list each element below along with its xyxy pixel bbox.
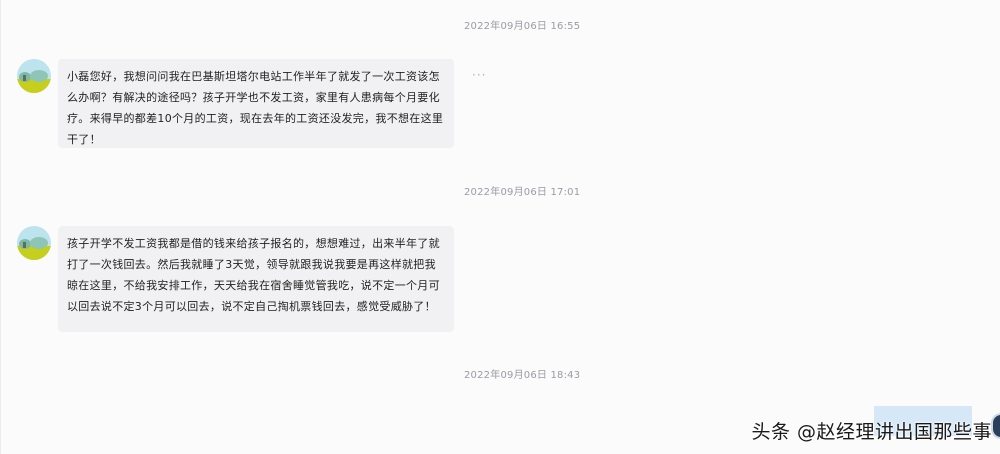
message-timestamp: 2022年09月06日 16:55	[464, 21, 581, 32]
watermark: 头条 @赵经理讲出国那些事	[751, 421, 992, 443]
more-options-icon[interactable]: ···	[472, 69, 486, 81]
avatar[interactable]	[17, 59, 51, 93]
message-timestamp: 2022年09月06日 17:01	[464, 187, 581, 198]
message-timestamp: 2022年09月06日 18:43	[464, 370, 581, 381]
avatar[interactable]	[17, 226, 51, 260]
message-bubble: 小磊您好，我想问问我在巴基斯坦塔尔电站工作半年了就发了一次工资该怎么办啊？有解决…	[58, 59, 454, 148]
floating-widget[interactable]	[991, 413, 1000, 439]
chat-window: 2022年09月06日 16:55 小磊您好，我想问问我在巴基斯坦塔尔电站工作半…	[0, 0, 1000, 454]
message-bubble: 孩子开学不发工资我都是借的钱来给孩子报名的，想想难过，出来半年了就打了一次钱回去…	[58, 226, 454, 332]
avatar-image	[17, 59, 51, 93]
avatar-image	[17, 226, 51, 260]
